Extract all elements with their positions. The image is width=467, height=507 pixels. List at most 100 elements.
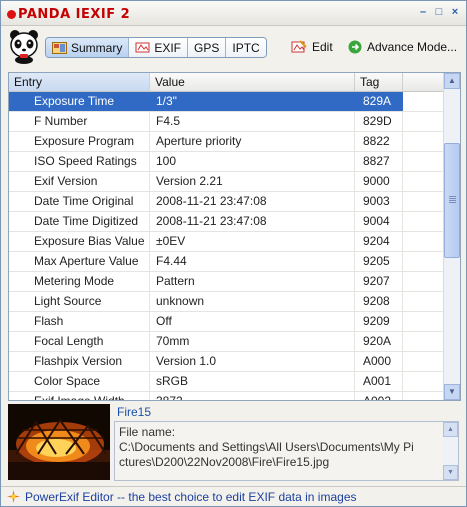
cell-tag: 9000 (355, 172, 403, 191)
table-body: Exposure Time 1/3" 829A F Number F4.5 829D Exp… (9, 92, 443, 400)
table-row[interactable]: Exposure Time 1/3" 829A (9, 92, 443, 112)
cell-tag: A002 (355, 392, 403, 400)
status-bar: PowerExif Editor -- the best choice to e… (1, 486, 466, 506)
table-row[interactable]: Max Aperture Value F4.44 9205 (9, 252, 443, 272)
scroll-up-icon[interactable]: ▲ (444, 73, 460, 89)
scroll-thumb[interactable] (444, 143, 460, 258)
cell-entry: ISO Speed Ratings (9, 152, 150, 171)
cell-value: Pattern (150, 272, 355, 291)
cell-tag: A001 (355, 372, 403, 391)
table-row[interactable]: Exif Image Width 3872 A002 (9, 392, 443, 400)
cell-entry: Flash (9, 312, 150, 331)
tab-summary[interactable]: Summary (46, 38, 130, 57)
tab-iptc-label: IPTC (232, 40, 260, 55)
cell-value: 100 (150, 152, 355, 171)
table-row[interactable]: F Number F4.5 829D (9, 112, 443, 132)
cell-entry: F Number (9, 112, 150, 131)
minimize-button[interactable]: – (418, 7, 428, 18)
file-name-label: File name: (119, 425, 176, 439)
close-button[interactable]: × (450, 7, 460, 18)
cell-value: unknown (150, 292, 355, 311)
cell-value: F4.5 (150, 112, 355, 131)
scroll-down-icon[interactable]: ▼ (444, 384, 460, 400)
table-row[interactable]: Flashpix Version Version 1.0 A000 (9, 352, 443, 372)
cell-entry: Exposure Bias Value (9, 232, 150, 251)
summary-icon (52, 42, 67, 54)
cell-value: 2008-11-21 23:47:08 (150, 192, 355, 211)
tab-iptc[interactable]: IPTC (226, 38, 266, 57)
cell-value: sRGB (150, 372, 355, 391)
cell-tag: 829D (355, 112, 403, 131)
cell-entry: Exposure Program (9, 132, 150, 151)
table-row[interactable]: Date Time Original 2008-11-21 23:47:08 900… (9, 192, 443, 212)
cell-tag: 9204 (355, 232, 403, 251)
cell-entry: Focal Length (9, 332, 150, 351)
cell-value: ±0EV (150, 232, 355, 251)
panda-logo-icon (10, 30, 38, 64)
cell-tag: 8822 (355, 132, 403, 151)
edit-button[interactable]: Edit (291, 38, 333, 56)
cell-tag: 9207 (355, 272, 403, 291)
cell-tag: 9208 (355, 292, 403, 311)
cell-tag: 9004 (355, 212, 403, 231)
app-window: PANDA IEXIF 2 – □ × Summary EXIF GPS IPT… (0, 0, 467, 507)
image-preview (8, 404, 110, 480)
cell-value: F4.44 (150, 252, 355, 271)
column-header-value[interactable]: Value (150, 73, 355, 91)
file-info-box: File name: C:\Documents and Settings\All… (114, 421, 459, 481)
advance-mode-button[interactable]: Advance Mode... (348, 38, 457, 56)
cell-tag: 9205 (355, 252, 403, 271)
cell-tag: 8827 (355, 152, 403, 171)
cell-tag: 9003 (355, 192, 403, 211)
table-row[interactable]: Flash Off 9209 (9, 312, 443, 332)
table-row[interactable]: Light Source unknown 9208 (9, 292, 443, 312)
cell-entry: Exif Image Width (9, 392, 150, 400)
cell-entry: Date Time Original (9, 192, 150, 211)
column-header-entry[interactable]: Entry (9, 73, 150, 91)
tab-gps-label: GPS (194, 40, 220, 55)
tab-gps[interactable]: GPS (188, 38, 227, 57)
status-link[interactable]: PowerExif Editor -- the best choice to e… (25, 490, 357, 504)
cell-value: Version 2.21 (150, 172, 355, 191)
column-header-tag[interactable]: Tag (355, 73, 403, 91)
cell-entry: Exposure Time (9, 92, 150, 111)
sparkle-icon (7, 490, 20, 503)
table-row[interactable]: Date Time Digitized 2008-11-21 23:47:08 90… (9, 212, 443, 232)
app-title: PANDA IEXIF 2 (18, 6, 131, 22)
cell-tag: 9209 (355, 312, 403, 331)
table-scrollbar[interactable]: ▲ ▼ (443, 73, 460, 400)
edit-label: Edit (312, 40, 333, 54)
file-info-scrollbar[interactable]: ▲ ▼ (443, 422, 458, 480)
table-row[interactable]: Exposure Bias Value ±0EV 9204 (9, 232, 443, 252)
table-row[interactable]: Focal Length 70mm 920A (9, 332, 443, 352)
table-header: Entry Value Tag (9, 73, 443, 92)
tab-exif-label: EXIF (154, 40, 182, 55)
cell-tag: A000 (355, 352, 403, 371)
table-row[interactable]: Color Space sRGB A001 (9, 372, 443, 392)
cell-value: Off (150, 312, 355, 331)
table-row[interactable]: Exposure Program Aperture priority 8822 (9, 132, 443, 152)
cell-value: Aperture priority (150, 132, 355, 151)
cell-value: 3872 (150, 392, 355, 400)
cell-entry: Exif Version (9, 172, 150, 191)
cell-value: Version 1.0 (150, 352, 355, 371)
cell-value: 2008-11-21 23:47:08 (150, 212, 355, 231)
tab-summary-label: Summary (71, 40, 123, 55)
cell-value: 70mm (150, 332, 355, 351)
file-path: C:\Documents and Settings\All Users\Docu… (119, 440, 414, 469)
cell-entry: Date Time Digitized (9, 212, 150, 231)
file-scroll-up-icon[interactable]: ▲ (443, 422, 458, 437)
view-tabs: Summary EXIF GPS IPTC (45, 37, 267, 58)
cell-tag: 829A (355, 92, 403, 111)
table-row[interactable]: ISO Speed Ratings 100 8827 (9, 152, 443, 172)
logo-dot-icon (7, 9, 16, 19)
maximize-button[interactable]: □ (434, 7, 444, 18)
table-row[interactable]: Metering Mode Pattern 9207 (9, 272, 443, 292)
table-row[interactable]: Exif Version Version 2.21 9000 (9, 172, 443, 192)
file-title: Fire15 (117, 405, 152, 419)
title-bar[interactable]: PANDA IEXIF 2 – □ × (1, 1, 466, 26)
cell-value: 1/3" (150, 92, 355, 111)
file-scroll-down-icon[interactable]: ▼ (443, 465, 458, 480)
toolbar: Summary EXIF GPS IPTC Edit Advance Mode.… (1, 26, 466, 68)
tab-exif[interactable]: EXIF (129, 38, 189, 57)
